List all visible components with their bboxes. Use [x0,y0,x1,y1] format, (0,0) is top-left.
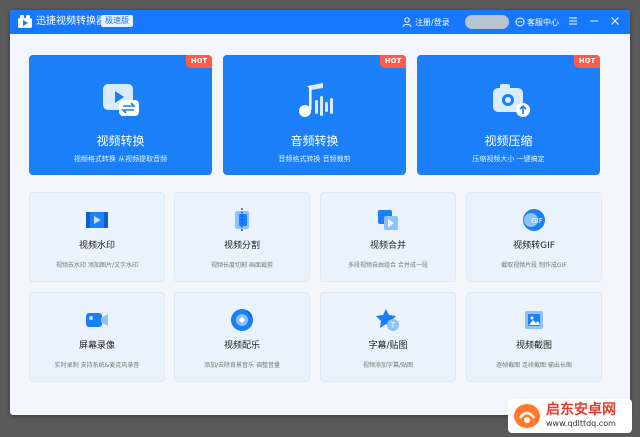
tool-title: 屏幕录像 [78,341,115,351]
tool-title: 视频水印 [78,241,115,251]
site-logo-icon [514,404,540,428]
tool-subtitle: 逐帧截图 连续截图 输出长图 [496,362,572,369]
login-button[interactable]: 注册/登录 [402,14,450,30]
watermark-url: www.qdlttdq.com [546,419,616,428]
tool-video-to-gif[interactable]: GIF 视频转GIF 截取视频片段 制作成GIF [466,192,602,282]
tool-title: 视频配乐 [223,341,260,351]
tool-title: 视频转GIF [513,241,555,251]
tool-subtitle: 实时录制 支持系统&麦克风录音 [54,362,140,369]
feature-subtitle: 压缩视频大小 一键搞定 [472,155,545,163]
tool-video-screenshot[interactable]: 视频截图 逐帧截图 连续截图 输出长图 [466,292,602,382]
tool-video-watermark[interactable]: 视频水印 视频去水印 添加图片/文字水印 [29,192,165,282]
tool-subtitle: 多段视频自由组合 合并成一段 [348,262,428,269]
tool-video-split[interactable]: 视频分割 视频长度切割 画面裁剪 [174,192,310,282]
hot-badge: HOT [574,55,600,68]
tool-subtitle: 添加/去除背景音乐 调整音量 [204,362,280,369]
gif-icon: GIF [523,209,545,231]
feature-title: 音频转换 [290,134,339,148]
video-convert-icon [103,84,139,116]
feature-card-audio-convert[interactable]: HOT 音频转换 音频格式转换 音频裁剪 [223,55,406,175]
chat-icon [515,17,525,27]
tool-title: 字幕/贴图 [368,341,408,351]
close-icon [611,17,619,25]
app-logo-icon [18,15,32,28]
menu-button[interactable] [566,14,580,28]
watermark-icon [86,212,108,228]
title-bar: 迅捷视频转换器 极速版 注册/登录 客服中心 [10,10,630,34]
menu-icon [569,17,577,25]
tool-video-merge[interactable]: 视频合并 多段视频自由组合 合并成一段 [320,192,456,282]
svg-text:T: T [390,321,396,330]
subtitle-sticker-icon: T [376,309,399,331]
login-label: 注册/登录 [415,17,450,27]
close-button[interactable] [608,14,622,28]
help-center-button[interactable]: 客服中心 [515,14,559,30]
audio-convert-icon [299,83,333,117]
tool-title: 视频截图 [515,341,552,351]
feature-title: 视频转换 [96,134,145,148]
svg-text:GIF: GIF [531,217,543,225]
hot-badge: HOT [380,55,406,68]
watermark-title: 启东安卓网 [546,402,616,418]
minimize-icon [590,20,598,22]
screenshot-icon [525,311,543,329]
help-center-label: 客服中心 [527,17,559,27]
feature-subtitle: 音频格式转换 音频裁剪 [278,155,351,163]
tool-video-music[interactable]: 视频配乐 添加/去除背景音乐 调整音量 [174,292,310,382]
account-avatar[interactable] [465,15,509,29]
hot-badge: HOT [186,55,212,68]
feature-subtitle: 视频格式转换 从视频提取音频 [73,155,168,163]
screen-record-icon [86,313,108,327]
tool-subtitle: 视频去水印 添加图片/文字水印 [56,262,138,269]
video-compress-icon [493,84,530,117]
user-icon [402,17,412,27]
edition-badge: 极速版 [101,15,133,27]
tool-title: 视频分割 [223,241,260,251]
tool-title: 视频合并 [369,241,406,251]
tool-subtitle: 截取视频片段 制作成GIF [501,262,567,269]
music-icon [231,309,253,331]
app-title: 迅捷视频转换器 [36,16,106,27]
tool-subtitle-sticker[interactable]: T 字幕/贴图 视频添加字幕/贴图 [320,292,456,382]
split-icon [235,208,249,232]
merge-icon [378,210,398,230]
feature-card-video-compress[interactable]: HOT 视频压缩 压缩视频大小 一键搞定 [417,55,600,175]
tool-subtitle: 视频长度切割 画面裁剪 [211,262,273,269]
feature-title: 视频压缩 [484,134,533,148]
minimize-button[interactable] [587,14,601,28]
tool-subtitle: 视频添加字幕/贴图 [362,362,414,369]
feature-card-video-convert[interactable]: HOT 视频转换 视频格式转换 从视频提取音频 [29,55,212,175]
site-watermark: 启东安卓网 www.qdlttdq.com [508,399,632,433]
tool-screen-record[interactable]: 屏幕录像 实时录制 支持系统&麦克风录音 [29,292,165,382]
app-window: 迅捷视频转换器 极速版 注册/登录 客服中心 HOT 视频转换 视频格式转换 从… [10,10,630,415]
